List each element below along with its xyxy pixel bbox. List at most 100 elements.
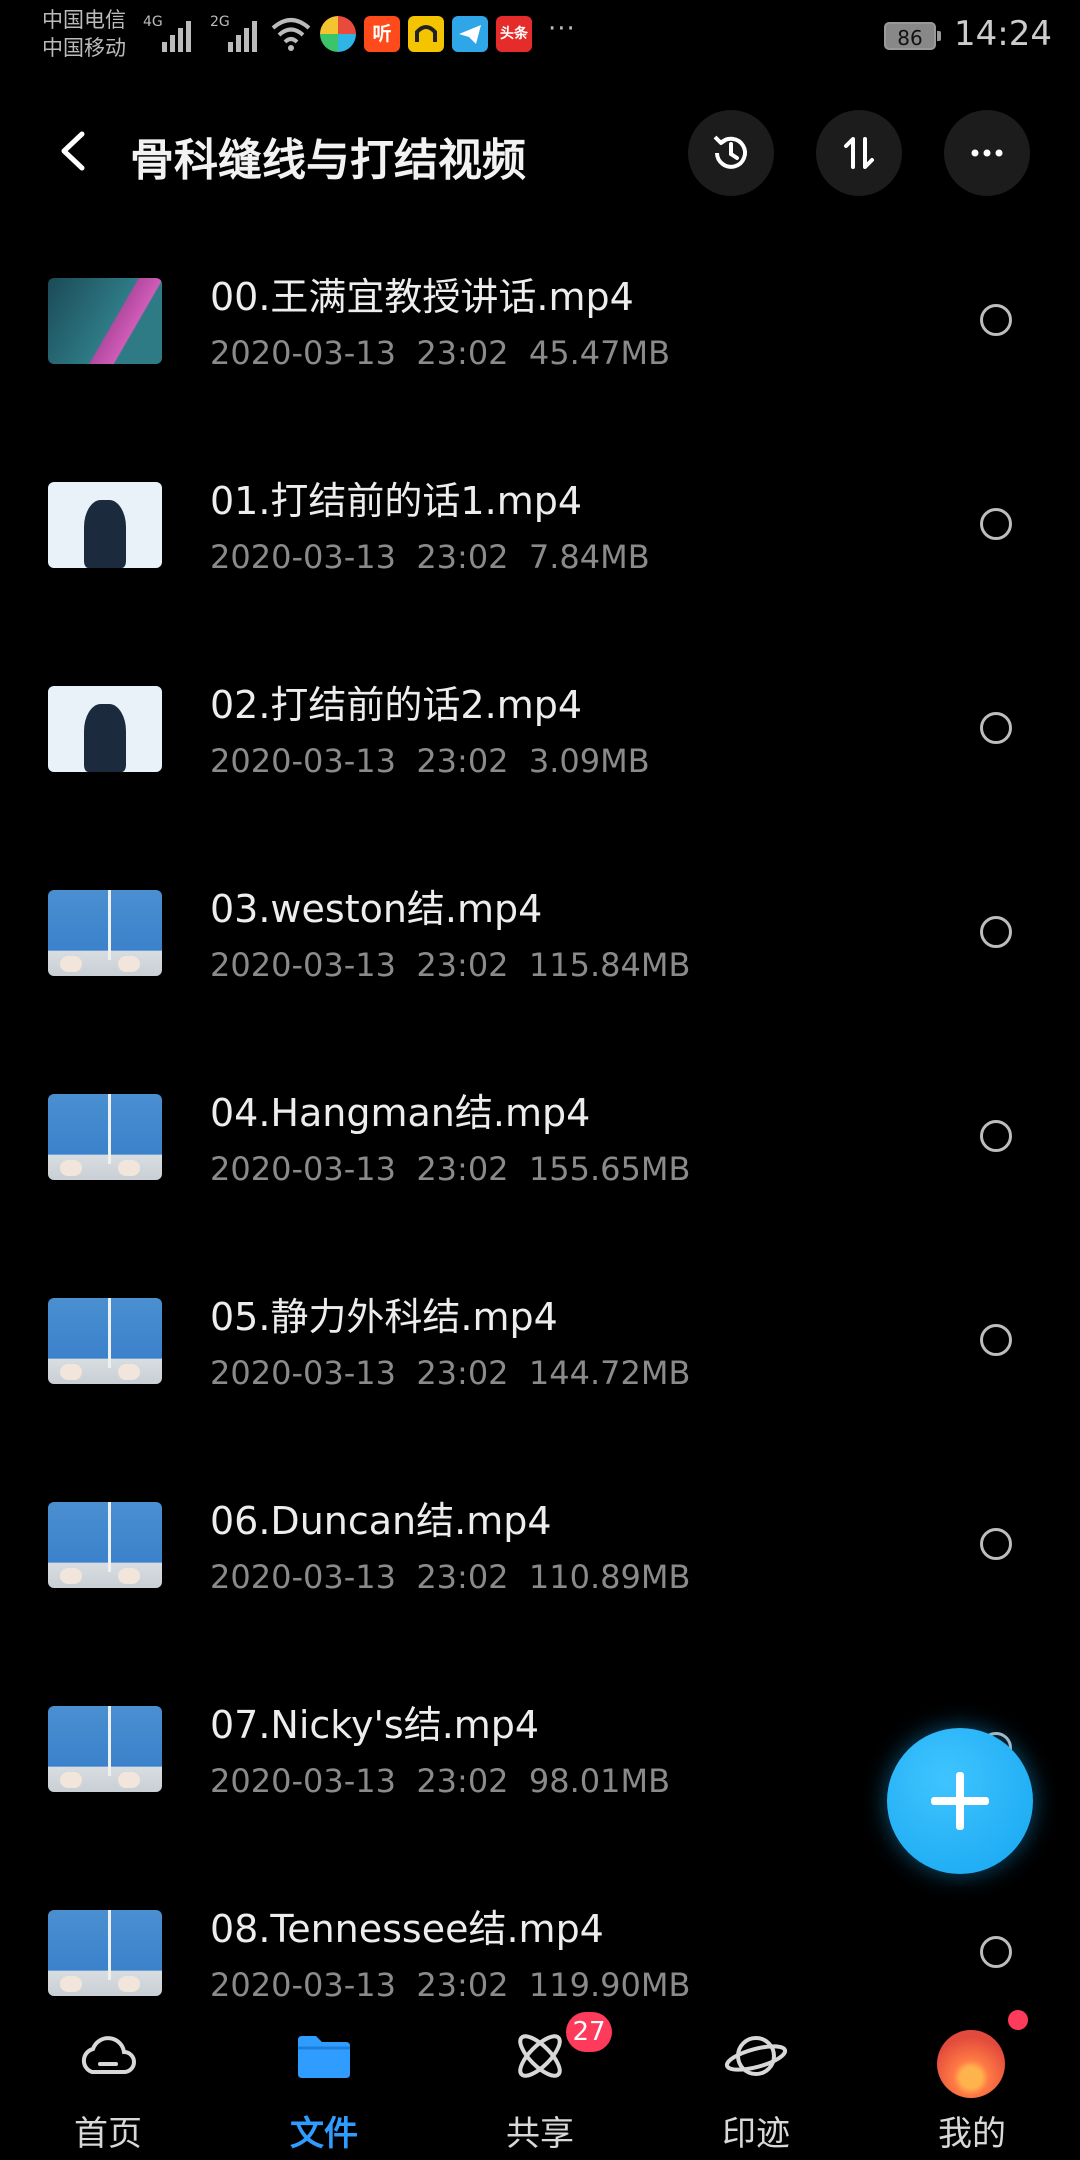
select-radio[interactable] xyxy=(980,1936,1012,1968)
file-row[interactable]: 08.Tennessee结.mp4 2020-03-13 23:02 119.90… xyxy=(0,1882,1080,1998)
nav-label-share: 共享 xyxy=(506,2114,574,2154)
recent-history-button[interactable] xyxy=(688,110,774,196)
file-time: 23:02 xyxy=(416,946,509,984)
file-row[interactable]: 00.王满宜教授讲话.mp4 2020-03-13 23:02 45.47MB xyxy=(0,250,1080,454)
telegram-icon xyxy=(452,16,488,52)
video-thumbnail xyxy=(48,482,162,568)
file-date: 2020-03-13 xyxy=(210,1558,396,1596)
select-radio[interactable] xyxy=(980,304,1012,336)
cloud-icon xyxy=(81,2036,136,2074)
select-radio[interactable] xyxy=(980,916,1012,948)
file-list[interactable]: 00.王满宜教授讲话.mp4 2020-03-13 23:02 45.47MB 01… xyxy=(0,250,1080,1998)
more-dots-icon xyxy=(971,149,1003,157)
video-thumbnail xyxy=(48,1910,162,1996)
folder-icon xyxy=(298,2036,350,2078)
file-size: 155.65MB xyxy=(528,1150,691,1188)
video-thumbnail xyxy=(48,686,162,772)
file-meta: 2020-03-13 23:02 110.89MB xyxy=(210,1558,690,1596)
top-app-bar: 骨科缝线与打结视频 xyxy=(0,110,1080,196)
share-count-badge: 27 xyxy=(566,2012,612,2052)
select-radio[interactable] xyxy=(980,1120,1012,1152)
select-radio[interactable] xyxy=(980,508,1012,540)
file-time: 23:02 xyxy=(416,1762,509,1800)
wifi-icon xyxy=(271,18,311,51)
nav-label-me: 我的 xyxy=(938,2114,1006,2154)
file-size: 98.01MB xyxy=(528,1762,671,1800)
colorful-app-icon xyxy=(320,16,356,52)
file-name: 00.王满宜教授讲话.mp4 xyxy=(210,275,634,319)
file-meta: 2020-03-13 23:02 144.72MB xyxy=(210,1354,690,1392)
file-size: 119.90MB xyxy=(528,1966,691,1998)
file-name: 07.Nicky's结.mp4 xyxy=(210,1703,540,1747)
nav-item-home[interactable]: 首页 xyxy=(0,1998,216,2160)
file-time: 23:02 xyxy=(416,334,509,372)
video-thumbnail xyxy=(48,890,162,976)
carrier-1: 中国电信 xyxy=(42,8,126,32)
file-meta: 2020-03-13 23:02 115.84MB xyxy=(210,946,690,984)
file-row[interactable]: 01.打结前的话1.mp4 2020-03-13 23:02 7.84MB xyxy=(0,454,1080,658)
video-thumbnail xyxy=(48,1298,162,1384)
file-date: 2020-03-13 xyxy=(210,1966,396,1998)
select-radio[interactable] xyxy=(980,1528,1012,1560)
clock: 14:24 xyxy=(954,14,1052,54)
file-date: 2020-03-13 xyxy=(210,334,396,372)
file-size: 110.89MB xyxy=(528,1558,691,1596)
more-notifications-icon: ··· xyxy=(548,14,576,44)
network-type-2: 2G xyxy=(210,14,230,30)
file-name: 08.Tennessee结.mp4 xyxy=(210,1907,604,1951)
nav-label-traces: 印迹 xyxy=(722,2114,790,2154)
sort-button[interactable] xyxy=(816,110,902,196)
file-row[interactable]: 06.Duncan结.mp4 2020-03-13 23:02 110.89MB xyxy=(0,1474,1080,1678)
nav-item-files[interactable]: 文件 xyxy=(216,1998,432,2160)
file-size: 3.09MB xyxy=(528,742,650,780)
video-thumbnail xyxy=(48,1094,162,1180)
carrier-2: 中国移动 xyxy=(42,36,126,60)
file-meta: 2020-03-13 23:02 155.65MB xyxy=(210,1150,690,1188)
planet-icon xyxy=(724,2036,788,2076)
file-date: 2020-03-13 xyxy=(210,1354,396,1392)
file-time: 23:02 xyxy=(416,1150,509,1188)
file-name: 04.Hangman结.mp4 xyxy=(210,1091,591,1135)
file-size: 7.84MB xyxy=(528,538,650,576)
nav-item-share[interactable]: 共享 xyxy=(432,1998,648,2160)
toutiao-icon: 头条 xyxy=(496,16,532,52)
file-time: 23:02 xyxy=(416,742,509,780)
share-atom-icon xyxy=(518,2034,562,2078)
file-row[interactable]: 02.打结前的话2.mp4 2020-03-13 23:02 3.09MB xyxy=(0,658,1080,862)
sort-arrows-icon xyxy=(844,137,874,169)
file-name: 03.weston结.mp4 xyxy=(210,887,543,931)
back-arrow-icon[interactable] xyxy=(52,128,98,174)
file-meta: 2020-03-13 23:02 98.01MB xyxy=(210,1762,670,1800)
avatar[interactable] xyxy=(937,2030,1005,2098)
select-radio[interactable] xyxy=(980,1324,1012,1356)
file-row[interactable]: 04.Hangman结.mp4 2020-03-13 23:02 155.65MB xyxy=(0,1066,1080,1270)
file-date: 2020-03-13 xyxy=(210,538,396,576)
status-bar: 中国电信 中国移动 4G 2G 听 头条 ··· 86 14:24 xyxy=(0,0,1080,70)
file-name: 01.打结前的话1.mp4 xyxy=(210,479,583,523)
nav-label-home: 首页 xyxy=(74,2114,142,2154)
file-row[interactable]: 03.weston结.mp4 2020-03-13 23:02 115.84MB xyxy=(0,862,1080,1066)
nav-item-traces[interactable]: 印迹 xyxy=(648,1998,864,2160)
select-radio[interactable] xyxy=(980,712,1012,744)
signal-strength-1-icon xyxy=(162,18,191,52)
file-name: 06.Duncan结.mp4 xyxy=(210,1499,552,1543)
network-type-1: 4G xyxy=(143,14,163,30)
bottom-navigation: 首页 文件 共享 印迹 我的 xyxy=(0,1998,1080,2160)
file-time: 23:02 xyxy=(416,538,509,576)
video-thumbnail xyxy=(48,1502,162,1588)
page-title: 骨科缝线与打结视频 xyxy=(130,135,526,186)
file-meta: 2020-03-13 23:02 45.47MB xyxy=(210,334,670,372)
file-name: 02.打结前的话2.mp4 xyxy=(210,683,583,727)
file-row[interactable]: 05.静力外科结.mp4 2020-03-13 23:02 144.72MB xyxy=(0,1270,1080,1474)
add-fab-button[interactable] xyxy=(887,1728,1033,1874)
more-options-button[interactable] xyxy=(944,110,1030,196)
nav-label-files: 文件 xyxy=(290,2114,358,2154)
notification-dot xyxy=(1008,2010,1028,2030)
ting-app-icon: 听 xyxy=(364,16,400,52)
battery-icon: 86 xyxy=(884,22,941,50)
file-date: 2020-03-13 xyxy=(210,946,396,984)
file-time: 23:02 xyxy=(416,1354,509,1392)
carrier-info: 中国电信 中国移动 xyxy=(42,6,126,62)
file-size: 144.72MB xyxy=(528,1354,691,1392)
signal-strength-2-icon xyxy=(228,18,257,52)
